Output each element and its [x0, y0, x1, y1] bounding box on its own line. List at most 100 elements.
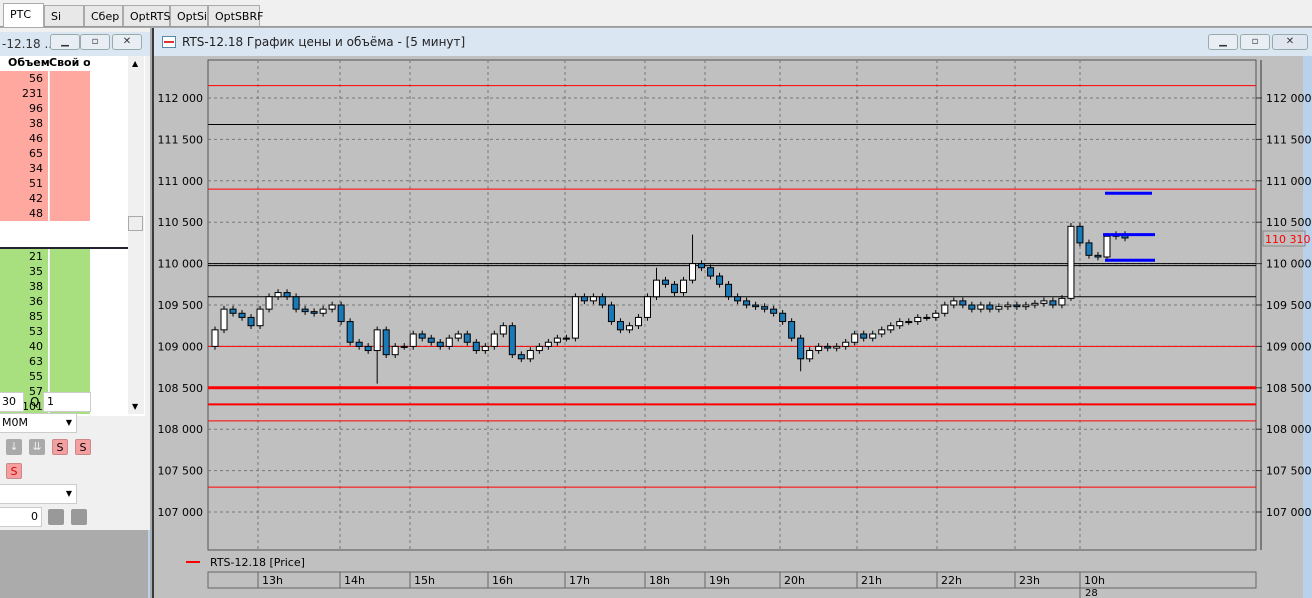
candle-body	[400, 345, 408, 348]
candle-body	[995, 306, 1003, 310]
candle-body	[355, 341, 363, 347]
time-label: 10h	[1084, 574, 1105, 587]
candle-body	[1022, 304, 1030, 308]
candle-body	[986, 304, 994, 310]
candle-body	[671, 283, 679, 294]
candle-body	[950, 300, 958, 306]
y-tick-label-right: 110 000	[1266, 258, 1312, 271]
candle-body	[1058, 297, 1066, 306]
time-label: 18h	[649, 574, 670, 587]
time-label: 13h	[262, 574, 283, 587]
candle-body	[283, 292, 291, 298]
candle-body	[851, 333, 859, 343]
candle-body	[553, 337, 561, 343]
candle-body	[607, 304, 615, 323]
y-tick-label-right: 108 500	[1266, 382, 1312, 395]
candle-body	[698, 263, 706, 269]
candle-body	[707, 267, 715, 277]
candle-body	[752, 304, 760, 308]
candle-body	[878, 329, 886, 335]
candle-body	[815, 345, 823, 352]
candle-body	[328, 304, 336, 310]
y-tick-label-left: 111 000	[158, 175, 204, 188]
candle-body	[652, 279, 660, 298]
candle-body	[562, 337, 570, 340]
candle-body	[211, 329, 219, 347]
candle-body	[454, 333, 462, 339]
candle-body	[905, 321, 913, 324]
candle-body	[1013, 304, 1021, 308]
candle-body	[743, 300, 751, 306]
candle-body	[887, 325, 895, 331]
y-tick-label-left: 112 000	[158, 92, 204, 105]
candle-body	[499, 325, 507, 335]
candle-body	[247, 316, 255, 327]
candle-body	[1094, 254, 1102, 258]
y-tick-label-left: 109 000	[158, 340, 204, 353]
candle-body	[896, 321, 904, 327]
candle-body	[734, 296, 742, 302]
candle-body	[391, 345, 399, 356]
time-label: 22h	[941, 574, 962, 587]
candle-body	[301, 308, 309, 313]
candle-body	[932, 312, 940, 318]
candle-body	[968, 304, 976, 310]
candle-body	[346, 321, 354, 343]
candle-body	[833, 345, 841, 349]
price-chart[interactable]: 112 000 112 000 111 500 111 500 111 000 111 0…	[0, 0, 1312, 598]
candle-body	[1076, 225, 1084, 244]
candle-body	[256, 308, 264, 327]
candle-body	[923, 316, 931, 319]
candle-body	[337, 304, 345, 323]
candle-body	[770, 308, 778, 314]
y-tick-label-left: 110 500	[158, 216, 204, 229]
y-tick-label-left: 108 500	[158, 382, 204, 395]
candle-body	[1067, 225, 1075, 299]
date-label: 28	[1085, 588, 1098, 598]
candle-body	[779, 312, 787, 323]
candle-body	[797, 337, 805, 360]
y-tick-label-left: 107 000	[158, 506, 204, 519]
y-tick-label-right: 107 000	[1266, 506, 1312, 519]
candle-body	[436, 341, 444, 347]
y-tick-label-right: 109 500	[1266, 299, 1312, 312]
candle-body	[598, 296, 606, 306]
candle-body	[616, 321, 624, 331]
candle-body	[1040, 300, 1048, 304]
time-label: 17h	[569, 574, 590, 587]
candle-body	[463, 333, 471, 343]
candle-body	[869, 333, 877, 339]
candle-body	[427, 337, 435, 343]
candle-body	[1085, 242, 1093, 256]
candle-body	[788, 321, 796, 339]
time-label: 23h	[1019, 574, 1040, 587]
y-tick-label-right: 107 500	[1266, 465, 1312, 478]
candle-body	[544, 341, 552, 347]
candle-body	[680, 279, 688, 294]
candle-body	[725, 283, 733, 298]
candle-body	[292, 296, 300, 310]
candle-body	[418, 333, 426, 339]
candle-body	[661, 279, 669, 285]
candle-body	[589, 296, 597, 302]
candle-body	[229, 308, 237, 314]
candle-body	[1103, 235, 1111, 258]
candle-body	[265, 296, 273, 310]
y-tick-label-left: 108 000	[158, 423, 204, 436]
y-tick-label-left: 111 500	[158, 133, 204, 146]
current-price-label: 110 310	[1265, 233, 1311, 246]
y-tick-label-right: 112 000	[1266, 92, 1312, 105]
candle-body	[517, 354, 525, 360]
candle-body	[761, 306, 769, 310]
candle-body	[959, 300, 967, 306]
candle-body	[625, 325, 633, 331]
candle-body	[824, 345, 832, 349]
candle-body	[571, 296, 579, 339]
candle-body	[842, 341, 850, 347]
time-label: 14h	[344, 574, 365, 587]
candle-body	[806, 350, 814, 360]
candle-body	[481, 345, 489, 352]
time-label: 21h	[861, 574, 882, 587]
time-label: 20h	[784, 574, 805, 587]
candle-body	[1031, 302, 1039, 306]
